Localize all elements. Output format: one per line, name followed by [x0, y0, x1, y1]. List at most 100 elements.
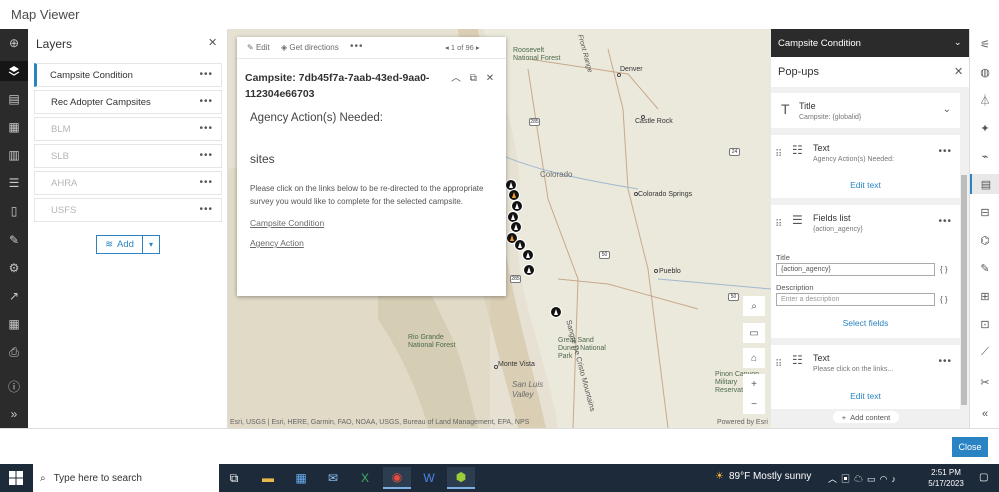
close-icon[interactable]: ✕: [954, 65, 963, 78]
expression-icon[interactable]: { }: [940, 265, 948, 274]
taskbar-clock[interactable]: 2:51 PM 5/17/2023: [922, 467, 970, 489]
wifi-icon[interactable]: ◠: [880, 474, 892, 484]
add-layer-button[interactable]: ≋ Add: [96, 235, 143, 254]
task-view-icon[interactable]: ⧉: [220, 467, 248, 489]
expression-icon[interactable]: { }: [940, 295, 948, 304]
layers-icon[interactable]: [0, 61, 28, 81]
screen-icon[interactable]: ▭: [743, 323, 765, 343]
system-tray[interactable]: ︿▣☁▭◠♪: [828, 472, 900, 485]
battery-icon[interactable]: ▭: [867, 474, 880, 484]
zoom-in-button[interactable]: +: [743, 374, 765, 394]
scrollbar-thumb[interactable]: [961, 175, 967, 405]
file-explorer-icon[interactable]: ▬: [254, 467, 282, 489]
layer-item-usfs[interactable]: USFS •••: [34, 198, 222, 222]
agency-action-link[interactable]: Agency Action: [250, 238, 500, 248]
expand-icon[interactable]: »: [0, 404, 28, 424]
labels-icon[interactable]: ⊟: [970, 202, 999, 222]
collapse-icon[interactable]: «: [970, 404, 999, 424]
meet-icon[interactable]: ▣: [841, 474, 854, 484]
measure-icon[interactable]: ⟋: [970, 342, 999, 362]
volume-icon[interactable]: ♪: [891, 474, 900, 484]
bookmark-icon[interactable]: ▯: [0, 201, 28, 221]
chevron-up-icon[interactable]: ︿: [828, 474, 841, 484]
sketch-icon[interactable]: ✎: [970, 258, 999, 278]
mail-icon[interactable]: ✉: [319, 467, 347, 489]
filter-icon[interactable]: ⏃: [970, 90, 999, 110]
settings-icon[interactable]: ⚙: [0, 258, 28, 278]
weather-widget[interactable]: ☀ 89°F Mostly sunny: [715, 471, 811, 482]
info-icon[interactable]: ⓘ: [0, 376, 28, 396]
layer-item-ahra[interactable]: AHRA •••: [34, 171, 222, 195]
forms-icon[interactable]: ⊡: [970, 314, 999, 334]
effects-icon[interactable]: ✦: [970, 118, 999, 138]
campsite-marker[interactable]: [523, 264, 535, 276]
more-options-icon[interactable]: •••: [199, 150, 213, 161]
fields-icon[interactable]: ⌁: [970, 146, 999, 166]
aggregation-icon[interactable]: ⊞: [970, 286, 999, 306]
share-icon[interactable]: ↗: [0, 286, 28, 306]
home-icon[interactable]: ⌂: [743, 348, 765, 368]
add-content-button[interactable]: + Add content: [833, 411, 899, 423]
taskbar-search[interactable]: ⌕ Type here to search: [33, 464, 219, 492]
drag-handle-icon[interactable]: ⠿: [775, 219, 782, 230]
word-icon[interactable]: W: [415, 467, 443, 489]
sketch-icon[interactable]: ✎: [0, 230, 28, 250]
previous-icon[interactable]: ◂: [445, 43, 449, 52]
print-icon[interactable]: ⎙: [0, 342, 28, 362]
edit-button[interactable]: ✎ Edit: [247, 43, 270, 52]
tools-icon[interactable]: ✂: [970, 372, 999, 392]
more-options-icon[interactable]: •••: [199, 204, 213, 215]
windows-start-icon[interactable]: [9, 471, 23, 485]
more-options-icon[interactable]: •••: [350, 41, 364, 52]
store-icon[interactable]: ▦: [287, 467, 315, 489]
styles-icon[interactable]: ◍: [970, 62, 999, 82]
edit-text-link[interactable]: Edit text: [771, 391, 960, 401]
table-icon[interactable]: ▤: [0, 89, 28, 109]
more-options-icon[interactable]: •••: [199, 69, 213, 80]
more-options-icon[interactable]: •••: [199, 96, 213, 107]
excel-icon[interactable]: X: [351, 467, 379, 489]
chrome-icon[interactable]: ◉: [383, 467, 411, 489]
title-card[interactable]: T Title Campsite: {globalid} ⌄: [771, 93, 960, 128]
layer-item-blm[interactable]: BLM •••: [34, 117, 222, 141]
more-options-icon[interactable]: •••: [938, 146, 952, 157]
close-icon[interactable]: ✕: [208, 36, 217, 49]
more-options-icon[interactable]: •••: [938, 216, 952, 227]
next-icon[interactable]: ▸: [476, 43, 480, 52]
layer-item-slb[interactable]: SLB •••: [34, 144, 222, 168]
properties-icon[interactable]: ⚟: [970, 34, 999, 54]
dock-icon[interactable]: ⧉: [470, 73, 477, 84]
more-options-icon[interactable]: •••: [199, 123, 213, 134]
title-input[interactable]: {action_agency}: [776, 263, 935, 276]
close-icon[interactable]: ✕: [486, 73, 494, 84]
chevron-down-icon[interactable]: ⌄: [943, 104, 952, 115]
basemap-icon[interactable]: ▦: [0, 117, 28, 137]
add-icon[interactable]: ⊕: [0, 33, 28, 53]
more-options-icon[interactable]: •••: [938, 356, 952, 367]
popups-icon[interactable]: ▤: [970, 174, 999, 194]
zoom-out-button[interactable]: −: [743, 394, 765, 414]
chevron-down-icon[interactable]: ⌄: [954, 37, 962, 48]
collapse-icon[interactable]: ︿: [451, 73, 461, 84]
campsite-marker[interactable]: [522, 249, 534, 261]
more-options-icon[interactable]: •••: [199, 177, 213, 188]
cloud-icon[interactable]: ☁: [854, 474, 867, 484]
drag-handle-icon[interactable]: ⠿: [775, 149, 782, 160]
apps-icon[interactable]: ▦: [0, 314, 28, 334]
close-button[interactable]: Close: [952, 437, 988, 457]
chart-icon[interactable]: ▥: [0, 145, 28, 165]
drag-handle-icon[interactable]: ⠿: [775, 359, 782, 370]
campsite-marker[interactable]: [550, 306, 562, 318]
select-fields-link[interactable]: Select fields: [771, 318, 960, 328]
search-icon[interactable]: ⌕: [743, 296, 765, 316]
app-icon[interactable]: ⬢: [447, 467, 475, 489]
layer-item-rec-adopter[interactable]: Rec Adopter Campsites •••: [34, 90, 222, 114]
legend-icon[interactable]: ☰: [0, 173, 28, 193]
powered-by-esri[interactable]: Powered by Esri: [717, 419, 768, 426]
notification-icon[interactable]: ▢: [979, 472, 988, 483]
analysis-icon[interactable]: ⌬: [970, 230, 999, 250]
layer-item-campsite-condition[interactable]: Campsite Condition •••: [34, 63, 222, 87]
chevron-down-icon[interactable]: ▾: [143, 235, 160, 254]
description-input[interactable]: Enter a description: [776, 293, 935, 306]
directions-button[interactable]: ◈ Get directions: [281, 43, 339, 52]
